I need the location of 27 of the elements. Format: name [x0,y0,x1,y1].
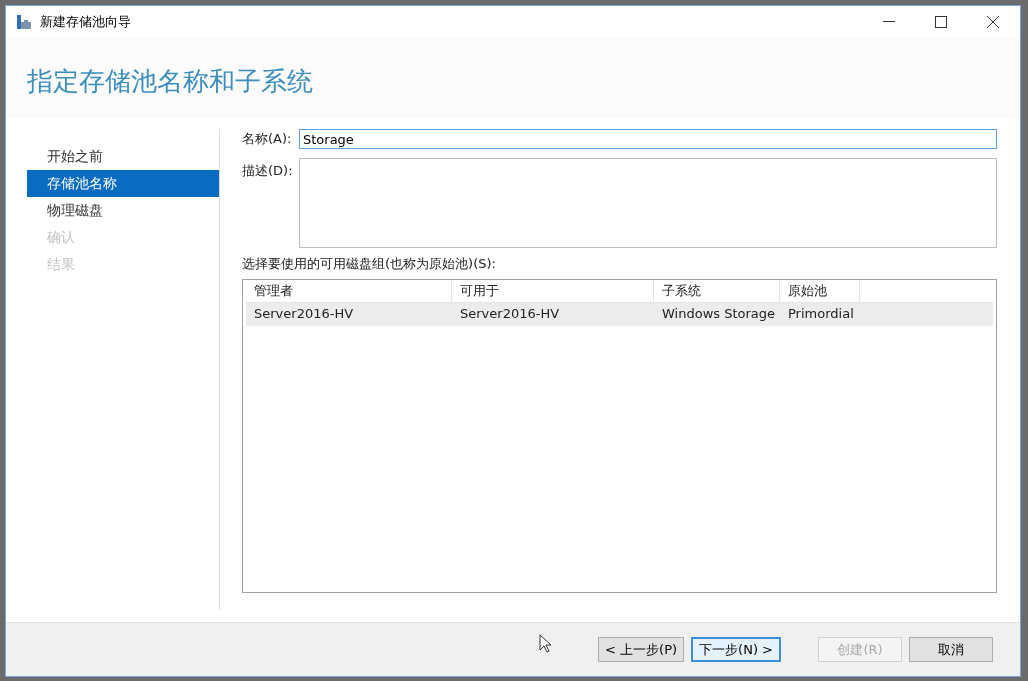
column-header[interactable]: 原始池 [780,279,860,302]
column-header[interactable]: 管理者 [246,279,452,302]
description-field[interactable] [299,158,997,248]
pool-list-label: 选择要使用的可用磁盘组(也称为原始池)(S): [242,255,497,273]
name-field[interactable]: Storage [299,129,997,149]
description-label: 描述(D): [242,162,294,180]
table-cell-text: Primordial [787,305,855,324]
wizard-step[interactable]: 开始之前 [27,143,219,170]
table-cell-text: Server2016-HV [253,305,355,324]
close-icon [987,16,999,28]
table-row[interactable]: Server2016-HV Server2016-HV Windows Storage Primordial [246,302,993,326]
wizard-step[interactable]: 物理磁盘 [27,197,219,224]
window-title: 新建存储池向导 [40,13,131,32]
column-header[interactable]: 可用于 [452,279,654,302]
maximize-icon [935,16,947,28]
wizard-button[interactable]: 取消 [909,637,993,662]
wizard-step[interactable]: 存储池名称 [27,170,219,197]
minimize-icon [883,21,895,23]
column-header[interactable]: 子系统 [654,279,780,302]
storage-pool-icon [16,14,32,30]
table-cell-text: Server2016-HV [459,305,561,324]
name-label: 名称(A): [242,130,293,149]
wizard-button[interactable]: 下一步(N) > [691,637,781,662]
page-heading: 指定存储池名称和子系统 [27,64,313,98]
mouse-pointer-icon [539,634,551,653]
wizard-button[interactable]: < 上一步(P) [598,637,685,662]
table-cell-text: Windows Storage [661,305,777,324]
